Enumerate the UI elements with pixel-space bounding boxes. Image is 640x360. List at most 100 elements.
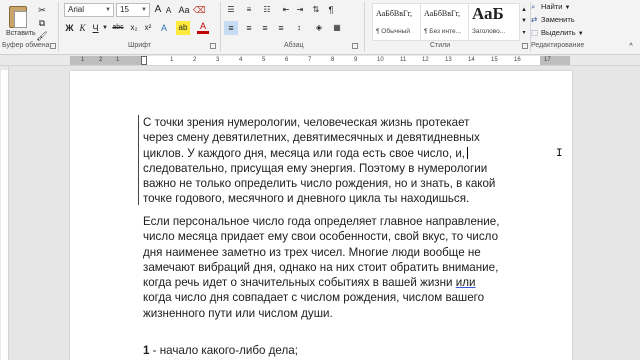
vertical-ruler[interactable] — [0, 66, 9, 360]
style-normal[interactable]: АаБбВвГг, ¶ Обычный — [372, 3, 424, 41]
select-label: Выделить — [541, 28, 576, 37]
text-line: следовательно, присущая ему энергия. Поэ… — [143, 161, 488, 175]
strikethrough-button[interactable]: abc — [110, 21, 126, 35]
ruler-number: 12 — [422, 57, 429, 63]
text-line: циклов. У каждого дня, месяца или года е… — [143, 146, 466, 160]
replace-icon: ⇄ — [531, 15, 538, 24]
bold-button[interactable]: Ж — [64, 21, 75, 35]
ribbon: Вставить ✂ ⧉ 🖌 Буфер обмена Arial ▼ 15 ▼… — [0, 0, 640, 55]
ruler-number: 1 — [170, 57, 174, 63]
shrink-font-button[interactable]: A — [164, 4, 173, 18]
decrease-indent-icon[interactable]: ⇤ — [280, 3, 292, 17]
ruler-number: 8 — [331, 57, 335, 63]
sort-icon[interactable]: ⇅ — [310, 3, 322, 17]
font-name-box[interactable]: Arial ▼ — [64, 3, 114, 17]
pilcrow-icon[interactable]: ¶ — [326, 3, 336, 17]
ibeam-cursor-icon: I — [556, 148, 563, 160]
text-effects-button[interactable]: A — [158, 21, 170, 35]
clipboard-group-label: Буфер обмена — [2, 42, 50, 49]
chevron-down-icon: ▼ — [141, 7, 147, 13]
align-right-icon[interactable]: ≡ — [258, 21, 272, 35]
style-sample: АаБбВвГг, — [376, 9, 413, 18]
select-button[interactable]: ⬚ Выделить ▼ — [531, 27, 584, 39]
chevron-down-icon[interactable]: ▼ — [102, 21, 108, 35]
underline-button[interactable]: Ч — [90, 21, 101, 35]
clear-formatting-icon[interactable]: ⌫ — [193, 3, 206, 17]
word-window: Вставить ✂ ⧉ 🖌 Буфер обмена Arial ▼ 15 ▼… — [0, 0, 640, 360]
align-left-icon[interactable]: ≡ — [224, 21, 238, 35]
grow-font-button[interactable]: A — [153, 3, 163, 17]
paste-label[interactable]: Вставить — [6, 30, 36, 37]
ruler-number: 14 — [468, 57, 475, 63]
ruler-number: 16 — [514, 57, 521, 63]
text-line-with-caret: циклов. У каждого дня, месяца или года е… — [143, 146, 495, 161]
divider — [58, 2, 59, 52]
ruler-number: 13 — [445, 57, 452, 63]
ruler-number: 6 — [285, 57, 289, 63]
misspelled-word[interactable]: или — [456, 276, 476, 289]
ruler-number: 1 — [116, 57, 120, 63]
style-name: ¶ Без инте... — [424, 28, 461, 35]
multilevel-list-icon[interactable]: ☷ — [260, 3, 274, 17]
ruler-number: 10 — [377, 57, 384, 63]
text-line: важно не только определить число рождени… — [143, 177, 496, 191]
text-line: Если персональное число года определяет … — [143, 215, 500, 228]
numbering-icon[interactable]: ≡ — [242, 3, 256, 17]
change-case-button[interactable]: Aa — [177, 3, 191, 17]
select-icon: ⬚ — [531, 28, 539, 37]
document-page[interactable]: С точки зрения нумерологии, человеческая… — [70, 71, 572, 360]
align-center-icon[interactable]: ≡ — [242, 21, 256, 35]
italic-button[interactable]: К — [77, 21, 88, 35]
text-line-with-spell: когда речь идет о значительных событиях … — [143, 275, 499, 290]
cut-icon[interactable]: ✂ — [36, 3, 48, 17]
subscript-button[interactable]: x₂ — [128, 21, 140, 35]
ruler-number: 2 — [99, 57, 103, 63]
replace-label: Заменить — [541, 15, 575, 24]
shading-icon[interactable]: ◈ — [312, 21, 326, 35]
borders-icon[interactable]: ▦ — [330, 21, 344, 35]
text-line: замечают вибраций дня, однако на них сто… — [143, 260, 499, 274]
ruler-number: 17 — [544, 57, 551, 63]
copy-icon[interactable]: ⧉ — [36, 16, 48, 30]
font-group-label: Шрифт — [128, 42, 152, 49]
format-painter-icon[interactable]: 🖌 — [36, 29, 48, 43]
highlight-button[interactable]: ab — [176, 21, 190, 35]
horizontal-ruler[interactable]: 1 2 1 1 2 3 4 5 6 7 8 9 10 11 12 13 14 1… — [0, 55, 640, 66]
style-no-spacing[interactable]: АаБбВвГг, ¶ Без инте... — [420, 3, 472, 41]
styles-launcher-icon[interactable] — [522, 43, 528, 49]
chevron-down-icon: ▼ — [564, 5, 571, 11]
paragraph-launcher-icon[interactable] — [352, 43, 358, 49]
ruler-number: 1 — [81, 57, 85, 63]
justify-icon[interactable]: ≡ — [274, 21, 288, 35]
text-line: С точки зрения нумерологии, человеческая… — [143, 116, 470, 129]
chevron-down-icon: ▼ — [577, 31, 584, 37]
divider — [364, 2, 365, 52]
replace-button[interactable]: ⇄ Заменить — [531, 14, 575, 26]
ruler-number: 4 — [239, 57, 243, 63]
increase-indent-icon[interactable]: ⇥ — [294, 3, 306, 17]
style-name: Заголово... — [472, 28, 506, 35]
text-line: через смену девятилетних, девятимесячных… — [143, 131, 480, 145]
style-heading[interactable]: АаБ Заголово... — [468, 3, 520, 41]
styles-group-label: Стили — [430, 42, 451, 49]
clipboard-launcher-icon[interactable] — [50, 43, 56, 49]
styles-more-icon[interactable]: ▾ — [520, 26, 528, 40]
ruler-number: 9 — [354, 57, 358, 63]
indent-marker[interactable] — [141, 56, 147, 65]
find-label: Найти — [541, 2, 563, 11]
font-size-box[interactable]: 15 ▼ — [116, 3, 150, 17]
list-text: - начало какого-либо дела; — [149, 344, 298, 357]
collapse-ribbon-icon[interactable]: ^ — [626, 40, 636, 54]
paragraph-2[interactable]: Если персональное число года определяет … — [143, 214, 499, 321]
superscript-button[interactable]: x² — [142, 21, 154, 35]
line-spacing-icon[interactable]: ↕ — [292, 21, 306, 35]
font-launcher-icon[interactable] — [210, 43, 216, 49]
find-button[interactable]: ⌕ Найти ▼ — [531, 1, 570, 13]
list-item[interactable]: 1 - начало какого-либо дела; — [143, 343, 298, 358]
bullets-icon[interactable]: ☰ — [224, 3, 238, 17]
text-caret — [467, 146, 469, 159]
style-sample: АаБбВвГг, — [424, 9, 461, 18]
text-line: жизненного пути или числом души. — [143, 306, 333, 320]
paragraph-1[interactable]: С точки зрения нумерологии, человеческая… — [143, 115, 495, 207]
font-color-button[interactable]: A — [197, 21, 209, 34]
